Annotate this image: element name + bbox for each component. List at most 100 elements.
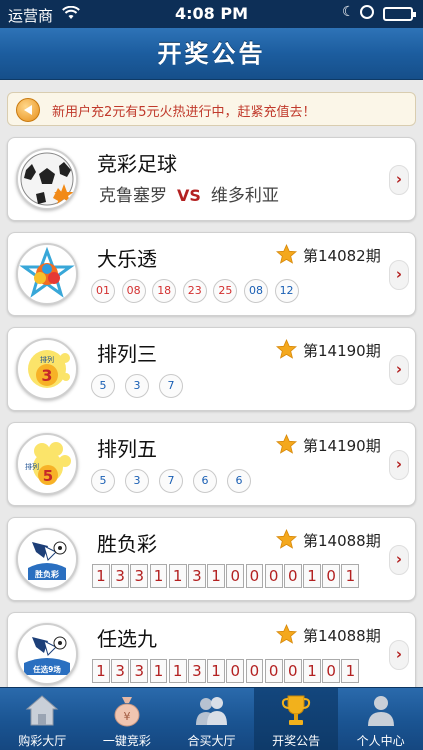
page-title: 开奖公告 — [157, 40, 266, 68]
tab-quick-bet[interactable]: ¥ 一键竞彩 — [85, 688, 170, 750]
result-digit: 0 — [322, 564, 341, 588]
tab-group-buy[interactable]: 合买大厅 — [169, 688, 254, 750]
lottery-card-sfc[interactable]: 胜负彩 胜负彩 第14088期 1 3 3 1 1 3 1 0 0 0 0 1 … — [7, 517, 416, 601]
result-digit: 3 — [111, 564, 130, 588]
lottery-card-pl5[interactable]: 5 排列 排列五 第14190期 5 3 7 6 6 › — [7, 422, 416, 506]
result-digit: 3 — [187, 659, 206, 683]
blue-ball: 08 — [243, 279, 268, 303]
result-digit: 3 — [130, 564, 149, 588]
notice-text[interactable]: 新用户充2元有5元火热进行中，赶紧充值去！ — [52, 101, 316, 120]
pl5-logo-icon: 5 排列 — [16, 433, 78, 495]
tab-draw-results[interactable]: 开奖公告 — [253, 688, 339, 750]
result-digit: 0 — [245, 564, 264, 588]
number-ball: 7 — [159, 374, 183, 398]
lottery-name: 排列五 — [97, 437, 157, 461]
house-icon — [25, 695, 59, 726]
dlt-logo-icon — [16, 243, 78, 305]
result-digit: 1 — [303, 564, 321, 588]
logo-text: 胜负彩 — [34, 569, 59, 579]
number-ball: 3 — [125, 374, 149, 398]
lottery-card-pl3[interactable]: 3 排列 排列三 第14190期 5 3 7 › — [7, 327, 416, 411]
chevron-right-icon[interactable]: › — [389, 165, 409, 195]
tab-label: 一键竞彩 — [102, 734, 151, 748]
promo-notice[interactable]: 新用户充2元有5元火热进行中，赶紧充值去！ — [7, 92, 416, 126]
star-icon — [276, 434, 297, 454]
number-ball: 3 — [125, 469, 149, 493]
lottery-name: 大乐透 — [97, 247, 157, 271]
number-ball: 5 — [91, 469, 115, 493]
pl3-logo-icon: 3 排列 — [16, 338, 78, 400]
away-team: 维多利亚 — [210, 186, 279, 206]
battery-icon — [383, 7, 416, 21]
lottery-name: 竞彩足球 — [97, 152, 177, 176]
chevron-right-icon[interactable]: › — [389, 260, 409, 290]
number-ball: 5 — [91, 374, 115, 398]
result-digit: 1 — [92, 564, 110, 588]
result-digit: 0 — [226, 659, 245, 683]
result-digit: 1 — [341, 659, 360, 683]
issue-number: 第14088期 — [303, 532, 381, 550]
number-ball: 7 — [159, 469, 183, 493]
logo-text: 排列 — [40, 355, 54, 364]
result-digit: 1 — [149, 659, 168, 683]
blue-ball: 12 — [274, 279, 299, 303]
lottery-name: 胜负彩 — [97, 532, 157, 556]
match-info: 克鲁塞罗 VS 维多利亚 — [99, 181, 279, 206]
lottery-card-jczq[interactable]: 竞彩足球 克鲁塞罗 VS 维多利亚 › — [7, 137, 416, 221]
result-digit: 0 — [264, 659, 283, 683]
svg-text:¥: ¥ — [123, 710, 130, 723]
person-icon — [367, 696, 394, 726]
soccer-ball-icon — [16, 148, 78, 210]
star-icon — [276, 624, 297, 644]
title-bar: 开奖公告 — [0, 28, 423, 80]
result-digit: 3 — [111, 659, 130, 683]
result-digit: 1 — [207, 659, 226, 683]
bottom-tab-bar: 购彩大厅 ¥ 一键竞彩 合买大厅 开奖公告 个人中心 — [0, 687, 423, 750]
result-digit: 0 — [264, 564, 283, 588]
status-bar: 运营商 4:08 PM ☾ — [0, 0, 423, 28]
moon-icon: ☾ — [342, 4, 355, 20]
lottery-card-dlt[interactable]: 大乐透 第14082期 01 08 18 23 25 08 12 › — [7, 232, 416, 316]
star-icon — [276, 244, 297, 264]
result-digit: 1 — [149, 564, 168, 588]
result-digit: 3 — [187, 564, 206, 588]
chevron-right-icon[interactable]: › — [389, 355, 409, 385]
star-icon — [276, 529, 297, 549]
sfc-logo-icon: 胜负彩 — [16, 528, 78, 590]
red-ball: 18 — [152, 279, 177, 303]
winning-numbers: 01 08 18 23 25 08 12 — [91, 279, 305, 303]
chevron-right-icon[interactable]: › — [389, 640, 409, 670]
issue-number: 第14190期 — [303, 437, 381, 455]
trophy-icon — [281, 695, 311, 725]
tab-label: 个人中心 — [356, 734, 405, 748]
home-team: 克鲁塞罗 — [99, 186, 167, 206]
tab-label: 开奖公告 — [272, 734, 321, 748]
red-ball: 25 — [213, 279, 238, 303]
winning-numbers: 1 3 3 1 1 3 1 0 0 0 0 1 0 1 — [92, 659, 361, 683]
logo-number: 5 — [43, 467, 53, 485]
chevron-right-icon[interactable]: › — [389, 545, 409, 575]
result-digit: 0 — [283, 564, 302, 588]
group-icon — [196, 697, 228, 725]
rotation-lock-icon — [360, 5, 374, 19]
tab-label: 购彩大厅 — [18, 734, 67, 748]
result-digit: 1 — [341, 564, 360, 588]
number-ball: 6 — [193, 469, 217, 493]
vs-label: VS — [177, 186, 201, 205]
chevron-right-icon[interactable]: › — [389, 450, 409, 480]
winning-numbers: 1 3 3 1 1 3 1 0 0 0 0 1 0 1 — [92, 564, 361, 588]
result-digit: 0 — [226, 564, 245, 588]
result-digit: 1 — [168, 659, 187, 683]
issue-number: 第14190期 — [303, 342, 381, 360]
logo-text: 任选9场 — [32, 664, 61, 674]
result-digit: 1 — [303, 659, 321, 683]
logo-number: 3 — [41, 366, 52, 385]
red-ball: 01 — [91, 279, 115, 303]
tab-lottery-hall[interactable]: 购彩大厅 — [0, 688, 85, 750]
tab-label: 合买大厅 — [187, 734, 236, 748]
result-digit: 3 — [130, 659, 149, 683]
rx9-logo-icon: 任选9场 — [16, 623, 78, 685]
logo-text: 排列 — [25, 462, 39, 471]
lottery-card-rx9[interactable]: 任选9场 任选九 第14088期 1 3 3 1 1 3 1 0 0 0 0 1… — [7, 612, 416, 696]
tab-my-account[interactable]: 个人中心 — [338, 688, 423, 750]
